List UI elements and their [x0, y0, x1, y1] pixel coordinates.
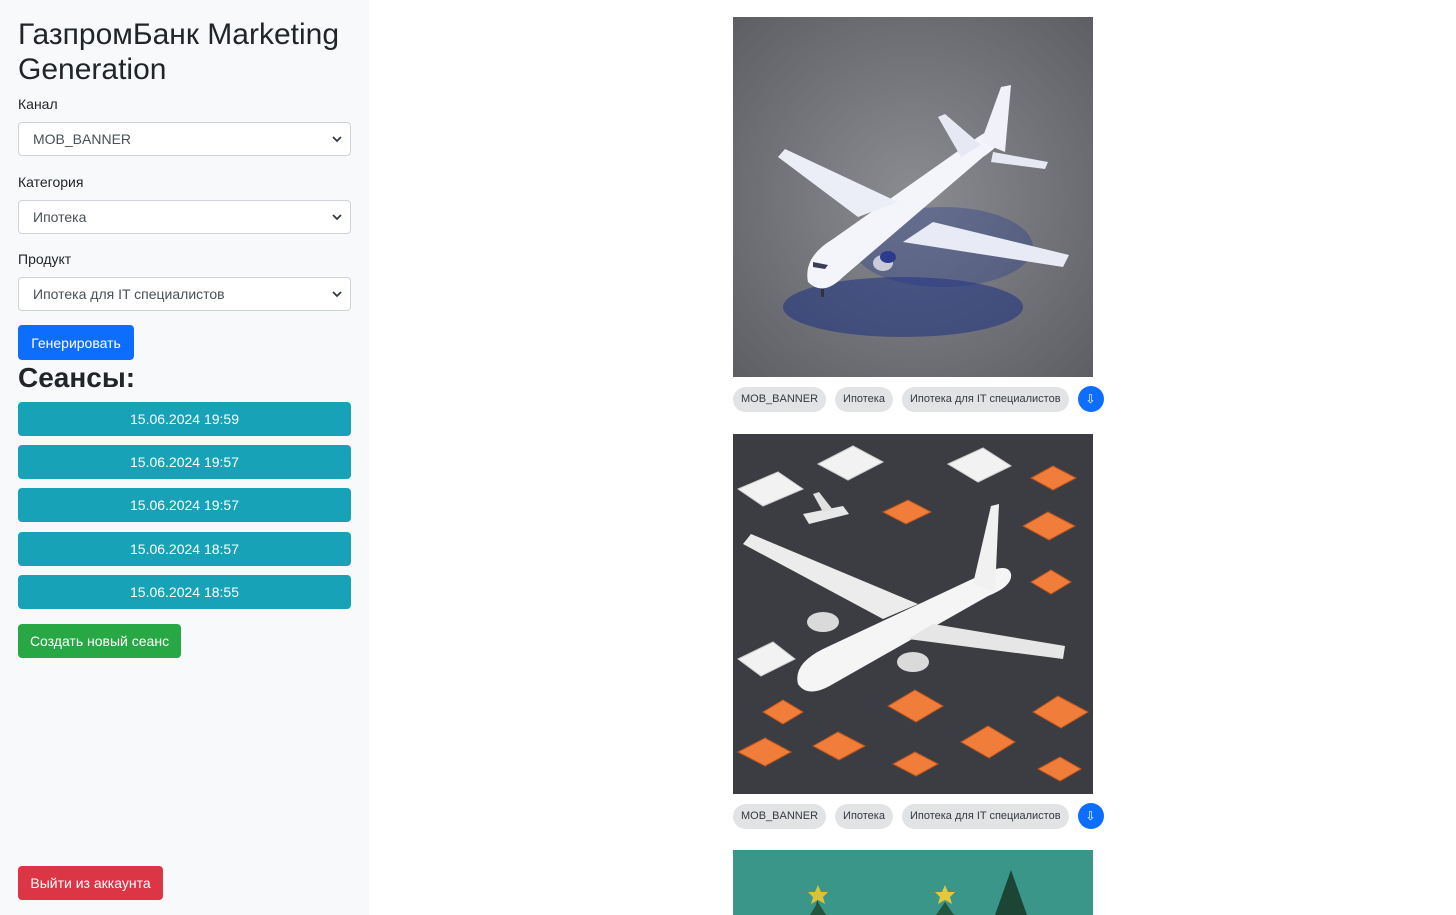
- app-title: ГазпромБанк Marketing Generation: [18, 18, 340, 86]
- channel-select-value: MOB_BANNER: [33, 131, 132, 147]
- session-button[interactable]: 15.06.2024 19:59: [18, 402, 351, 436]
- tag-chip: Ипотека: [835, 803, 893, 829]
- chevron-down-icon: [332, 291, 342, 298]
- new-session-button[interactable]: Создать новый сеанс: [18, 624, 181, 658]
- image-tags: MOB_BANNER Ипотека Ипотека для IT специа…: [733, 386, 1104, 412]
- session-button[interactable]: 15.06.2024 18:55: [18, 575, 351, 609]
- category-select-value: Ипотека: [33, 209, 87, 225]
- image-tags: MOB_BANNER Ипотека Ипотека для IT специа…: [733, 803, 1104, 829]
- product-select[interactable]: Ипотека для IT специалистов: [18, 277, 351, 311]
- channel-select[interactable]: MOB_BANNER: [18, 122, 351, 156]
- chevron-down-icon: [332, 214, 342, 221]
- tag-chip: Ипотека: [835, 386, 893, 412]
- download-button[interactable]: ⇩: [1077, 386, 1104, 412]
- session-button[interactable]: 15.06.2024 18:57: [18, 532, 351, 566]
- sidebar: ГазпромБанк Marketing Generation Канал M…: [0, 0, 369, 915]
- generate-button[interactable]: Генерировать: [18, 325, 134, 360]
- session-button[interactable]: 15.06.2024 19:57: [18, 445, 351, 479]
- generated-image: [733, 17, 1093, 377]
- tag-chip: MOB_BANNER: [733, 386, 827, 412]
- tag-chip: MOB_BANNER: [733, 803, 827, 829]
- download-button[interactable]: ⇩: [1077, 803, 1104, 829]
- tag-chip: Ипотека для IT специалистов: [901, 803, 1069, 829]
- chevron-down-icon: [332, 136, 342, 143]
- download-icon: ⇩: [1085, 392, 1096, 406]
- product-select-value: Ипотека для IT специалистов: [33, 286, 225, 302]
- category-label: Категория: [18, 174, 84, 190]
- airplane-banner-image: [733, 17, 1093, 377]
- download-icon: ⇩: [1085, 809, 1096, 823]
- trees-image: [733, 850, 1093, 915]
- channel-label: Канал: [18, 96, 58, 112]
- logout-button[interactable]: Выйти из аккаунта: [18, 866, 163, 900]
- generated-image: [733, 434, 1093, 794]
- tag-chip: Ипотека для IT специалистов: [901, 386, 1069, 412]
- category-select[interactable]: Ипотека: [18, 200, 351, 234]
- airplane-isometric-image: [733, 434, 1093, 794]
- session-button[interactable]: 15.06.2024 19:57: [18, 488, 351, 522]
- product-label: Продукт: [18, 251, 72, 267]
- sessions-heading: Сеансы:: [18, 362, 136, 393]
- generated-image: [733, 850, 1093, 915]
